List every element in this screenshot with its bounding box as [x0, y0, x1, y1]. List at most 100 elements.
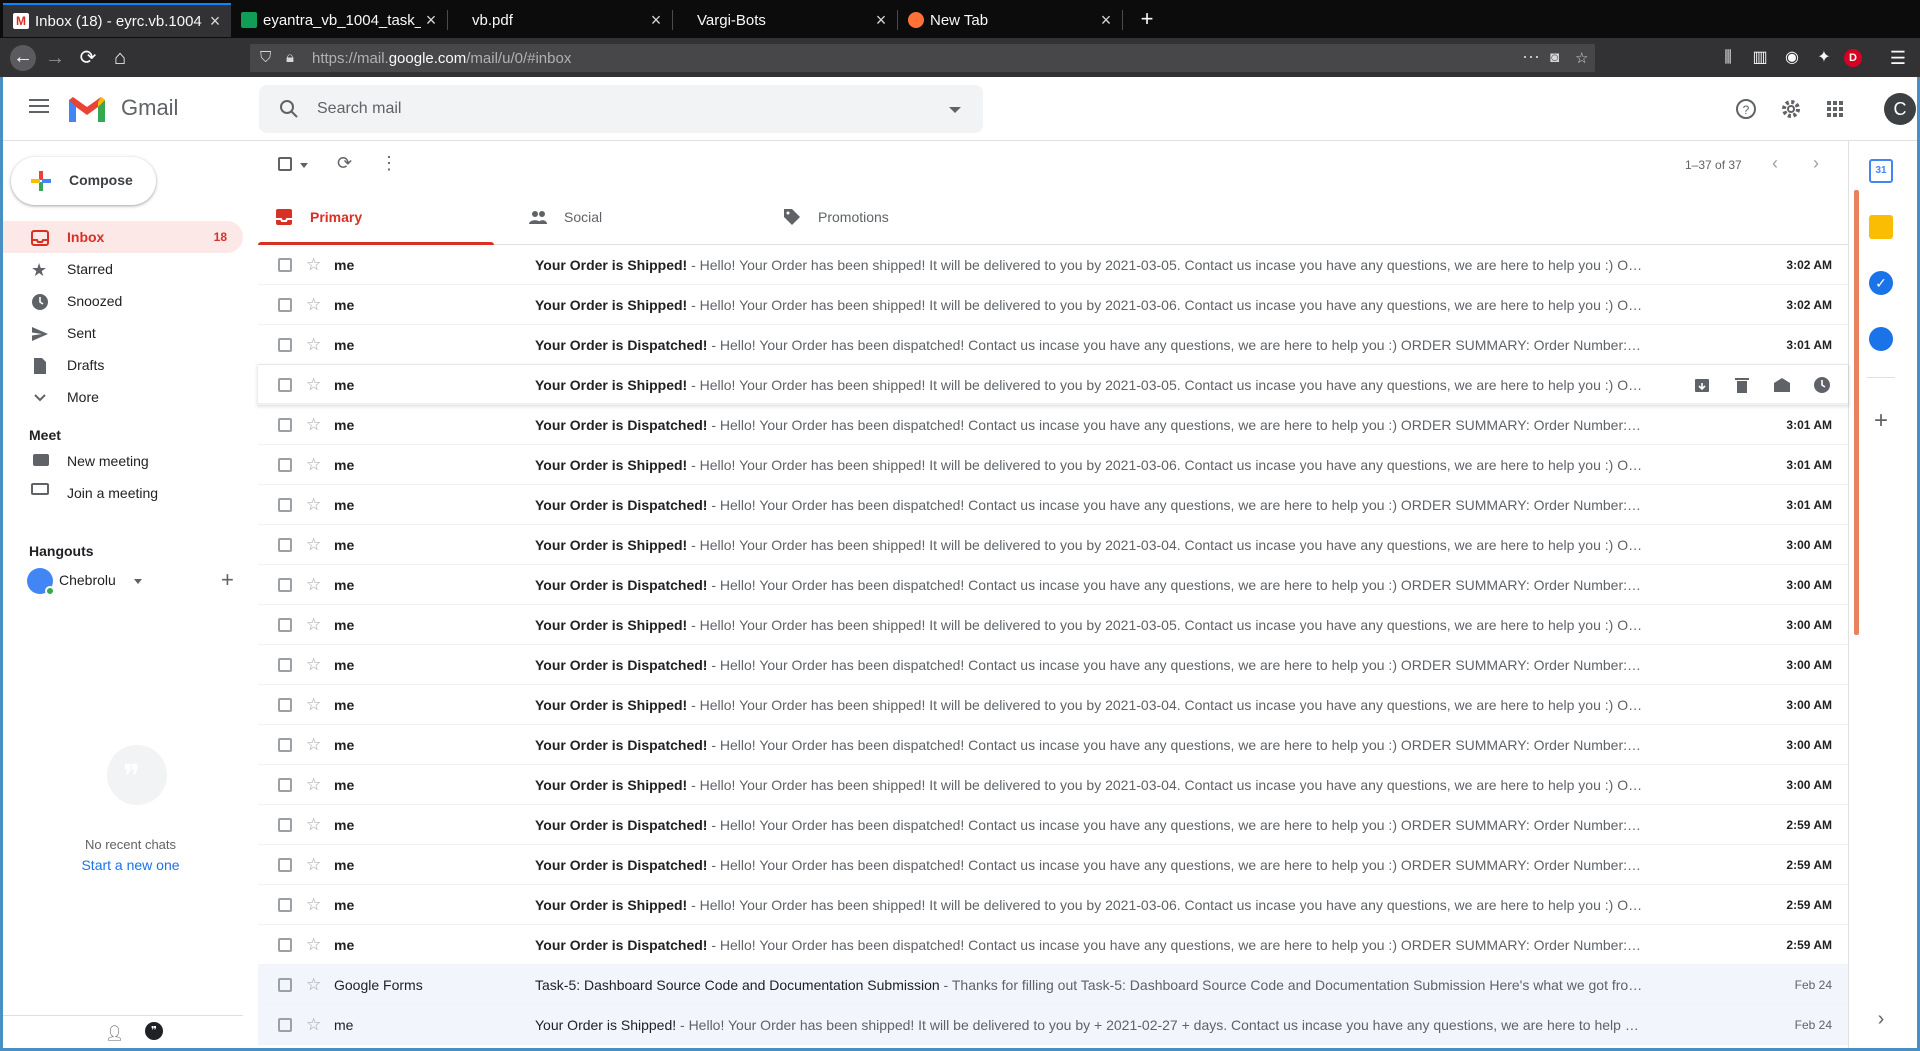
close-tab-icon[interactable]: ×	[421, 10, 441, 31]
start-new-chat-link[interactable]: Start a new one	[3, 857, 258, 873]
new-tab-button[interactable]: +	[1134, 6, 1160, 32]
star-toggle-icon[interactable]: ☆	[306, 455, 321, 475]
email-row[interactable]: ☆ me Your Order is Dispatched! - Hello! Yo…	[258, 725, 1848, 765]
page-actions-icon[interactable]: ···	[1522, 46, 1540, 67]
select-dropdown-icon[interactable]	[300, 163, 308, 168]
star-toggle-icon[interactable]: ☆	[306, 1015, 321, 1035]
email-checkbox[interactable]	[278, 778, 292, 792]
email-checkbox[interactable]	[278, 698, 292, 712]
mark-as-read-icon[interactable]	[1772, 375, 1792, 395]
tasks-icon[interactable]: ✓	[1869, 271, 1893, 295]
hangouts-user-name[interactable]: Chebrolu	[59, 572, 116, 588]
email-checkbox[interactable]	[278, 458, 292, 472]
more-actions-icon[interactable]: ⋮	[380, 153, 398, 174]
email-row[interactable]: ☆ me Your Order is Dispatched! - Hello! Yo…	[258, 565, 1848, 605]
email-checkbox[interactable]	[278, 338, 292, 352]
star-toggle-icon[interactable]: ☆	[306, 975, 321, 995]
star-toggle-icon[interactable]: ☆	[306, 775, 321, 795]
close-tab-icon[interactable]: ×	[871, 10, 891, 31]
email-checkbox[interactable]	[278, 578, 292, 592]
email-row[interactable]: ☆ me Your Order is Shipped! - Hello! Your …	[258, 1005, 1848, 1045]
star-toggle-icon[interactable]: ☆	[306, 535, 321, 555]
email-row[interactable]: ☆ me Your Order is Shipped! - Hello! Your …	[258, 245, 1848, 285]
newer-page-chevron-icon[interactable]: ‹	[1772, 153, 1778, 174]
gmail-wordmark[interactable]: Gmail	[121, 95, 178, 121]
email-row[interactable]: ☆ me Your Order is Dispatched! - Hello! Yo…	[258, 925, 1848, 965]
star-toggle-icon[interactable]: ☆	[306, 495, 321, 515]
extension-d-icon[interactable]: D	[1844, 49, 1862, 67]
forward-button[interactable]: →	[43, 46, 67, 70]
email-row[interactable]: ☆ me Your Order is Dispatched! - Hello! Yo…	[258, 845, 1848, 885]
sidebar-item-starred[interactable]: ★ Starred	[3, 253, 243, 285]
star-toggle-icon[interactable]: ☆	[306, 615, 321, 635]
bookmark-star-icon[interactable]: ☆	[1575, 49, 1588, 67]
close-tab-icon[interactable]: ×	[646, 10, 666, 31]
reload-button[interactable]: ⟳	[76, 46, 100, 70]
email-checkbox[interactable]	[278, 738, 292, 752]
refresh-icon[interactable]: ⟳	[337, 153, 352, 174]
star-toggle-icon[interactable]: ☆	[306, 375, 321, 395]
tab-primary[interactable]: Primary	[258, 189, 494, 245]
search-bar[interactable]: Search mail	[259, 85, 983, 133]
email-checkbox[interactable]	[278, 938, 292, 952]
sidebar-item-drafts[interactable]: Drafts	[3, 349, 243, 381]
close-tab-icon[interactable]: ×	[205, 11, 225, 32]
sidebar-item-inbox[interactable]: Inbox 18	[3, 221, 243, 253]
main-menu-icon[interactable]	[29, 99, 49, 113]
email-checkbox[interactable]	[278, 898, 292, 912]
star-toggle-icon[interactable]: ☆	[306, 295, 321, 315]
email-checkbox[interactable]	[278, 378, 292, 392]
tab-sheet[interactable]: eyantra_vb_1004_task_6 ×	[231, 3, 447, 37]
star-toggle-icon[interactable]: ☆	[306, 895, 321, 915]
email-checkbox[interactable]	[278, 418, 292, 432]
tab-vargi-bots[interactable]: Vargi-Bots ×	[673, 3, 897, 37]
settings-gear-icon[interactable]	[1775, 93, 1807, 125]
email-checkbox[interactable]	[278, 658, 292, 672]
email-checkbox[interactable]	[278, 538, 292, 552]
email-checkbox[interactable]	[278, 978, 292, 992]
keep-icon[interactable]	[1869, 215, 1893, 239]
sidebar-item-sent[interactable]: Sent	[3, 317, 243, 349]
new-conversation-plus-icon[interactable]: +	[221, 567, 234, 593]
star-toggle-icon[interactable]: ☆	[306, 815, 321, 835]
email-row[interactable]: ☆ me Your Order is Shipped! - Hello! Your …	[258, 885, 1848, 925]
account-avatar[interactable]: C	[1884, 93, 1916, 125]
sidebar-icon[interactable]: ▥	[1748, 46, 1772, 70]
tab-social[interactable]: Social	[512, 189, 748, 245]
user-status-dropdown-icon[interactable]	[134, 579, 142, 584]
help-icon[interactable]: ?	[1730, 93, 1762, 125]
get-addons-plus-icon[interactable]: +	[1869, 409, 1893, 433]
contacts-icon[interactable]	[1869, 327, 1893, 351]
pocket-icon[interactable]: ◙	[1550, 49, 1559, 66]
search-input[interactable]: Search mail	[317, 100, 401, 118]
email-row[interactable]: ☆ me Your Order is Dispatched! - Hello! Yo…	[258, 805, 1848, 845]
tab-promotions[interactable]: Promotions	[766, 189, 1002, 245]
menu-icon[interactable]: ☰	[1886, 46, 1910, 70]
email-row[interactable]: ☆ me Your Order is Dispatched! - Hello! Yo…	[258, 325, 1848, 365]
email-row[interactable]: ☆ me Your Order is Shipped! - Hello! Your …	[258, 525, 1848, 565]
email-checkbox[interactable]	[278, 258, 292, 272]
email-row[interactable]: ☆ me Your Order is Dispatched! - Hello! Yo…	[258, 645, 1848, 685]
tab-pdf[interactable]: vb.pdf ×	[448, 3, 672, 37]
search-icon[interactable]	[277, 97, 301, 121]
email-checkbox[interactable]	[278, 818, 292, 832]
apps-grid-icon[interactable]	[1819, 93, 1851, 125]
compose-button[interactable]: Compose	[11, 157, 156, 205]
close-tab-icon[interactable]: ×	[1096, 10, 1116, 31]
star-toggle-icon[interactable]: ☆	[306, 415, 321, 435]
home-button[interactable]: ⌂	[108, 46, 132, 70]
hide-side-panel-icon[interactable]: ›	[1869, 1007, 1893, 1031]
star-toggle-icon[interactable]: ☆	[306, 855, 321, 875]
contacts-person-icon[interactable]: 👤︎	[105, 1024, 124, 1042]
hangouts-chat-icon[interactable]: ❞	[145, 1022, 163, 1040]
snooze-clock-icon[interactable]	[1812, 375, 1832, 395]
tab-inbox[interactable]: M Inbox (18) - eyrc.vb.1004 ×	[3, 3, 231, 37]
older-page-chevron-icon[interactable]: ›	[1813, 153, 1819, 174]
calendar-icon[interactable]: 31	[1869, 159, 1893, 183]
star-toggle-icon[interactable]: ☆	[306, 735, 321, 755]
library-icon[interactable]: ⫼	[1716, 46, 1740, 70]
star-toggle-icon[interactable]: ☆	[306, 655, 321, 675]
star-toggle-icon[interactable]: ☆	[306, 335, 321, 355]
hangouts-avatar[interactable]	[27, 568, 55, 596]
sidebar-item-more[interactable]: More	[3, 381, 243, 413]
